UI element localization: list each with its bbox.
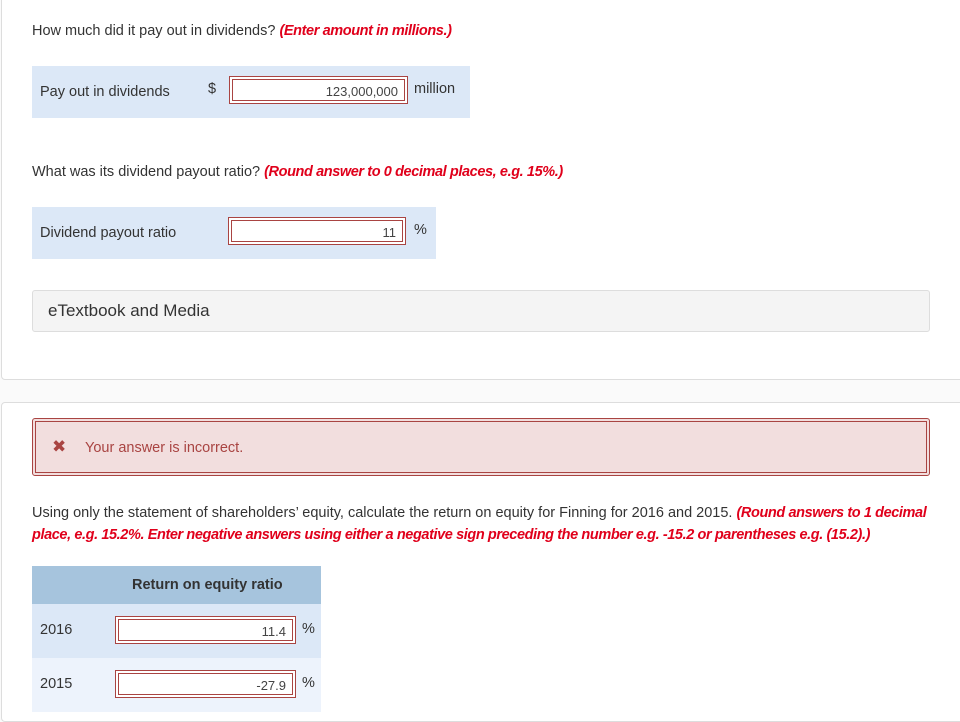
instruction-text: (Enter amount in millions.) xyxy=(279,23,452,39)
roe-table: Return on equity ratio 2016 11.4 % 2015 … xyxy=(32,566,321,712)
currency-symbol: $ xyxy=(208,81,217,97)
roe-2015-value[interactable]: -27.9 xyxy=(118,673,293,695)
question-text: Using only the statement of shareholders… xyxy=(32,505,733,521)
x-icon: ✖ xyxy=(52,437,67,456)
dividends-input-value[interactable]: 123,000,000 xyxy=(232,79,405,101)
question-text: How much did it pay out in dividends? xyxy=(32,23,276,39)
question-text: What was its dividend payout ratio? xyxy=(32,164,261,180)
payout-input-value[interactable]: 11 xyxy=(231,220,403,242)
etextbook-label: eTextbook and Media xyxy=(48,301,210,320)
unit-label: million xyxy=(414,81,456,97)
year-label: 2015 xyxy=(40,676,73,692)
incorrect-alert: ✖ Your answer is incorrect. xyxy=(32,418,930,476)
payout-input[interactable]: 11 xyxy=(228,217,406,245)
roe-question: Using only the statement of shareholders… xyxy=(32,502,932,546)
roe-table-header: Return on equity ratio xyxy=(32,566,321,604)
percent-unit: % xyxy=(302,621,315,637)
feedback-message: Your answer is incorrect. xyxy=(85,440,244,456)
percent-unit: % xyxy=(414,222,427,238)
roe-2016-value[interactable]: 11.4 xyxy=(118,619,293,641)
dividends-input[interactable]: 123,000,000 xyxy=(229,76,408,104)
etextbook-media-toggle[interactable]: eTextbook and Media xyxy=(32,290,930,332)
payout-answer-row: Dividend payout ratio 11 % xyxy=(32,207,436,259)
instruction-text: (Round answer to 0 decimal places, e.g. … xyxy=(264,164,563,180)
table-row: 2016 11.4 % xyxy=(32,604,321,658)
payout-question: What was its dividend payout ratio? (Rou… xyxy=(32,164,563,180)
percent-unit: % xyxy=(302,675,315,691)
table-row: 2015 -27.9 % xyxy=(32,658,321,712)
year-label: 2016 xyxy=(40,622,73,638)
dividends-answer-row: Pay out in dividends $ 123,000,000 milli… xyxy=(32,66,470,118)
roe-2015-input[interactable]: -27.9 xyxy=(115,670,296,698)
roe-2016-input[interactable]: 11.4 xyxy=(115,616,296,644)
dividends-label: Pay out in dividends xyxy=(40,84,170,100)
payout-label: Dividend payout ratio xyxy=(40,225,177,241)
dividends-question: How much did it pay out in dividends? (E… xyxy=(32,23,452,39)
